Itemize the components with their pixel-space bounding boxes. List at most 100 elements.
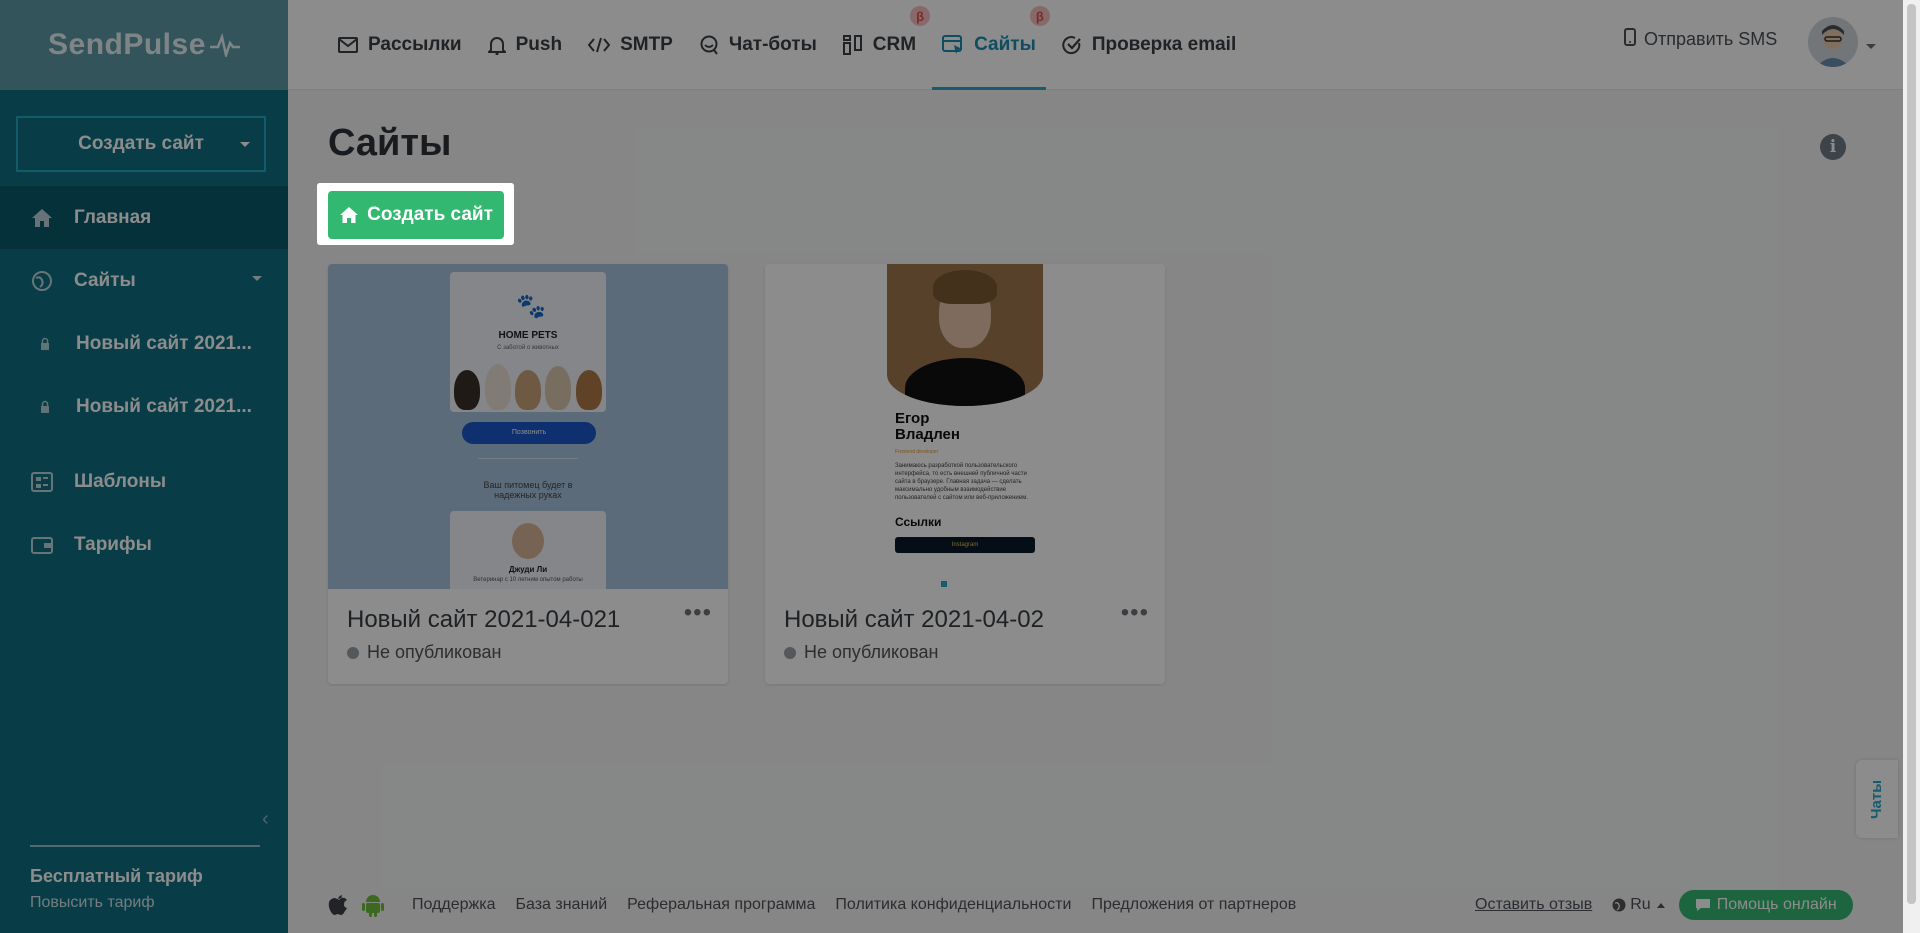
home-icon xyxy=(30,206,54,230)
site-preview-image[interactable]: 🐾 HOME PETS С заботой о животных Позвони… xyxy=(328,264,728,589)
avatar[interactable] xyxy=(1808,17,1858,67)
preview-name: Егор Владлен xyxy=(895,411,960,443)
create-site-label: Создать сайт xyxy=(367,204,493,225)
home-icon xyxy=(339,206,359,224)
chevron-down-icon xyxy=(240,142,250,147)
tab-label: Рассылки xyxy=(368,34,462,55)
chevron-up-icon xyxy=(1656,902,1665,908)
chatbot-icon xyxy=(699,35,719,55)
tab-crm[interactable]: CRM β xyxy=(833,0,931,90)
preview-person-block: Джуди Ли Ветеринар с 10 летним опытом ра… xyxy=(450,511,606,589)
chats-tab[interactable]: Чаты xyxy=(1856,760,1898,838)
footer-link-privacy[interactable]: Политика конфиденциальности xyxy=(835,896,1071,914)
tab-chatbots[interactable]: Чат-боты xyxy=(689,0,827,90)
sidebar-item-label: Новый сайт 2021... xyxy=(76,332,252,354)
chevron-down-icon[interactable] xyxy=(1866,44,1876,49)
upgrade-plan-link[interactable]: Повысить тариф xyxy=(30,894,155,912)
spotlight-frame: Создать сайт xyxy=(317,183,514,245)
footer-link-referral[interactable]: Реферальная программа xyxy=(627,896,815,914)
wallet-icon xyxy=(30,533,54,557)
top-bar: Рассылки Push SMTP Чат-боты CRM β Сайты … xyxy=(288,0,1920,90)
create-site-label: Создать сайт xyxy=(78,133,204,154)
footer-link-partners[interactable]: Предложения от партнеров xyxy=(1091,896,1296,914)
sidebar-item-templates[interactable]: Шаблоны xyxy=(0,450,288,513)
preview-heading: HOME PETS xyxy=(498,330,558,341)
code-icon xyxy=(588,37,611,53)
tab-email-verification[interactable]: Проверка email xyxy=(1052,0,1246,90)
tab-label: Сайты xyxy=(974,34,1036,55)
preview-header-block: 🐾 HOME PETS С заботой о животных xyxy=(450,272,606,412)
collapse-sidebar-icon[interactable]: ‹ xyxy=(262,808,269,831)
apple-icon[interactable] xyxy=(328,894,348,916)
site-card[interactable]: 🐾 HOME PETS С заботой о животных Позвони… xyxy=(328,264,728,684)
more-options-icon[interactable]: ••• xyxy=(684,601,712,625)
sidebar-item-tariffs[interactable]: Тарифы xyxy=(0,513,288,576)
info-icon[interactable]: i xyxy=(1820,134,1846,160)
android-icon[interactable] xyxy=(362,893,384,917)
preview-role: Frontend developer xyxy=(895,449,939,455)
footer-right: Оставить отзыв Ru Помощь онлайн xyxy=(1475,890,1853,920)
more-options-icon[interactable]: ••• xyxy=(1121,601,1149,625)
language-selector[interactable]: Ru xyxy=(1612,896,1665,914)
chats-tab-label: Чаты xyxy=(1868,779,1886,819)
status-label: Не опубликован xyxy=(367,642,502,662)
sidebar-item-home[interactable]: Главная xyxy=(0,186,288,249)
globe-icon xyxy=(1612,898,1626,912)
help-online-button[interactable]: Помощь онлайн xyxy=(1678,890,1853,920)
sidebar-item-label: Тарифы xyxy=(74,533,152,555)
sidebar-item-sites[interactable]: Сайты xyxy=(0,249,288,312)
lock-icon xyxy=(38,332,52,356)
sidebar-divider xyxy=(30,845,260,847)
dogs-image xyxy=(452,358,604,410)
logo-area[interactable]: SendPulse xyxy=(0,0,288,90)
bell-icon xyxy=(487,35,506,55)
feedback-link[interactable]: Оставить отзыв xyxy=(1475,896,1592,914)
phone-icon xyxy=(1624,28,1636,51)
tab-emails[interactable]: Рассылки xyxy=(328,0,472,90)
photo-body xyxy=(905,358,1025,406)
site-preview-image[interactable]: Егор Владлен Frontend developer Занимаюс… xyxy=(765,264,1165,589)
scrollbar[interactable] xyxy=(1903,0,1920,933)
preview-marker xyxy=(941,581,947,587)
site-card-title[interactable]: Новый сайт 2021-04-02 xyxy=(784,606,1044,634)
person-photo xyxy=(887,264,1043,406)
crm-icon xyxy=(842,35,863,55)
chevron-down-icon xyxy=(252,276,262,281)
create-site-dropdown-button[interactable]: Создать сайт xyxy=(16,116,266,172)
create-site-button[interactable]: Создать сайт xyxy=(328,191,504,239)
preview-divider xyxy=(478,458,578,459)
dog-image xyxy=(484,364,511,410)
site-card-title[interactable]: Новый сайт 2021-04-021 xyxy=(347,606,620,634)
status-label: Не опубликован xyxy=(804,642,939,662)
mail-icon xyxy=(338,37,358,53)
preview-text: Ваш питомец будет в надежных руках xyxy=(483,480,573,500)
dog-image xyxy=(454,370,481,410)
send-sms-link[interactable]: Отправить SMS xyxy=(1624,28,1777,51)
help-online-label: Помощь онлайн xyxy=(1716,896,1837,913)
top-nav: Рассылки Push SMTP Чат-боты CRM β Сайты … xyxy=(328,0,1252,90)
scrollbar-thumb[interactable] xyxy=(1907,4,1916,904)
lock-icon xyxy=(38,395,52,419)
photo-hair xyxy=(933,270,997,304)
status-dot xyxy=(784,646,796,659)
plan-name: Бесплатный тариф xyxy=(30,866,203,886)
preview-description: Занимаюсь разработкой пользовательского … xyxy=(895,463,1028,501)
dog-image xyxy=(545,366,572,410)
language-label: Ru xyxy=(1630,896,1651,913)
tab-label: Push xyxy=(515,34,563,55)
tab-smtp[interactable]: SMTP xyxy=(578,0,683,90)
footer-link-support[interactable]: Поддержка xyxy=(412,896,495,914)
site-card[interactable]: Егор Владлен Frontend developer Занимаюс… xyxy=(765,264,1165,684)
sidebar-item-site-2[interactable]: Новый сайт 2021... xyxy=(0,375,288,438)
sidebar-item-label: Главная xyxy=(74,206,152,228)
footer-link-knowledge-base[interactable]: База знаний xyxy=(515,896,607,914)
beta-badge: β xyxy=(910,6,931,26)
logo: SendPulse xyxy=(48,28,206,61)
tab-label: CRM xyxy=(872,34,917,55)
sidebar-item-site-1[interactable]: Новый сайт 2021... xyxy=(0,312,288,375)
tab-sites[interactable]: Сайты β xyxy=(932,0,1050,90)
tab-push[interactable]: Push xyxy=(478,0,572,90)
sidebar-item-label: Шаблоны xyxy=(74,470,167,492)
tab-label: Чат-боты xyxy=(728,34,817,55)
send-sms-label: Отправить SMS xyxy=(1644,29,1778,49)
